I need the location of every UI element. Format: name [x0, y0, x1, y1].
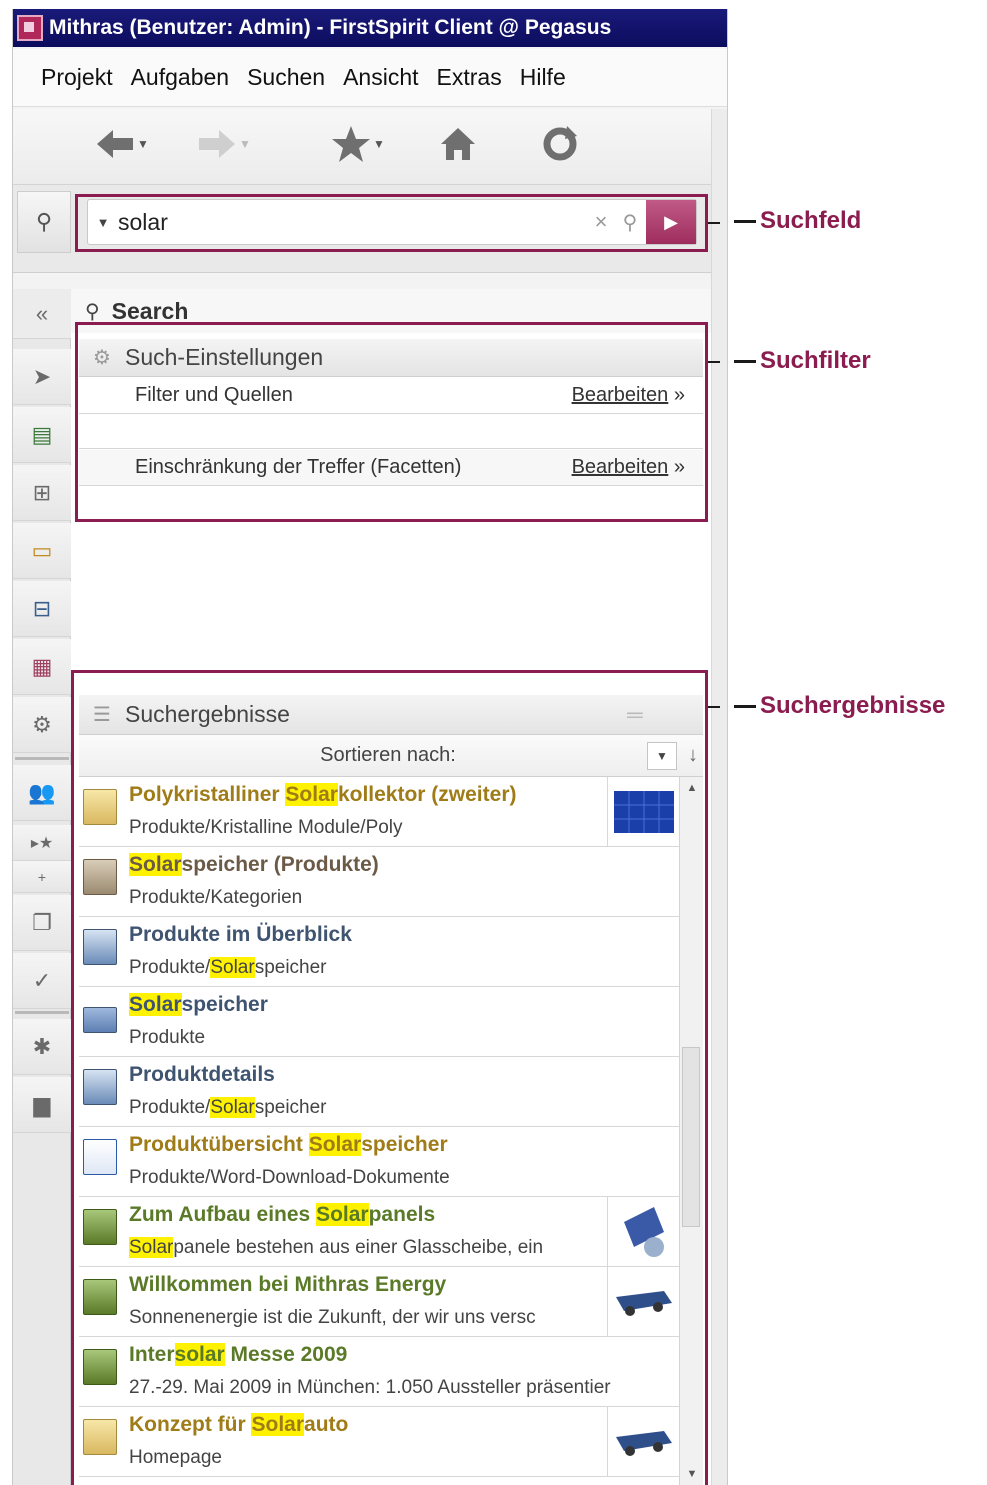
- chevron-down-icon: ▼: [137, 137, 149, 151]
- callout-dash: [734, 359, 756, 363]
- plugins-button[interactable]: ✱: [13, 1019, 71, 1075]
- template-icon: ▦: [31, 653, 53, 679]
- gear-icon: ⚙: [32, 711, 52, 737]
- structure-store-button[interactable]: ⊞: [13, 465, 71, 521]
- callout-label: Suchfilter: [760, 347, 871, 374]
- menu-bar: Projekt Aufgaben Suchen Ansicht Extras H…: [13, 49, 727, 107]
- tasks-button[interactable]: ✓: [13, 953, 71, 1009]
- app-logo-icon: [17, 15, 43, 41]
- menu-aufgaben[interactable]: Aufgaben: [131, 64, 229, 91]
- search-filter-frame: [75, 322, 708, 522]
- sidebar-divider: [15, 757, 69, 760]
- callout-search-filter: Suchfilter: [734, 347, 871, 375]
- callout-label: Suchfeld: [760, 207, 862, 234]
- bookmarks-button[interactable]: ▸★: [13, 825, 71, 861]
- callout-label: Suchergebnisse: [760, 692, 946, 719]
- home-button[interactable]: [439, 124, 477, 164]
- puzzle-icon: ✱: [32, 1033, 52, 1059]
- search-icon: ⚲: [35, 209, 53, 234]
- callout-leader: [708, 706, 720, 708]
- navigation-toolbar: ▼ ▼ ▼: [13, 109, 711, 185]
- menu-ansicht[interactable]: Ansicht: [343, 64, 418, 91]
- favorites-button[interactable]: ▼: [331, 124, 385, 164]
- window-title: Mithras (Benutzer: Admin) - FirstSpirit …: [49, 16, 612, 39]
- site-tree-icon: ⊟: [32, 595, 52, 621]
- copy-button[interactable]: ❐: [13, 895, 71, 951]
- media-icon: ▭: [31, 537, 53, 563]
- template-store-button[interactable]: ▦: [13, 639, 71, 695]
- callout-dash: [734, 219, 756, 223]
- forward-arrow-icon: [199, 130, 235, 158]
- title-bar: Mithras (Benutzer: Admin) - FirstSpirit …: [13, 9, 727, 47]
- favorites-star-icon: [332, 126, 370, 162]
- toolbox-button[interactable]: ▆: [13, 1077, 71, 1133]
- copy-icon: ❐: [32, 909, 52, 935]
- checkmark-icon: ✓: [32, 967, 52, 993]
- search-field-frame: [75, 194, 708, 252]
- menu-projekt[interactable]: Projekt: [41, 64, 113, 91]
- callout-leader: [708, 222, 720, 224]
- table-icon: ⊞: [32, 479, 52, 505]
- panel-title: Search: [111, 297, 189, 324]
- callout-leader: [708, 361, 720, 363]
- back-button[interactable]: ▼: [95, 124, 149, 164]
- home-icon: [441, 128, 475, 160]
- select-tool-button[interactable]: ➤: [13, 349, 71, 405]
- chevron-down-icon: ▼: [239, 137, 251, 151]
- cursor-icon: ➤: [32, 363, 52, 389]
- pages-icon: ▤: [31, 421, 53, 447]
- global-settings-button[interactable]: ⚙: [13, 697, 71, 753]
- reload-icon: [543, 126, 577, 161]
- star-icon: ▸★: [30, 834, 54, 852]
- menu-hilfe[interactable]: Hilfe: [520, 64, 566, 91]
- right-panel-edge: [711, 109, 727, 1485]
- users-button[interactable]: 👥: [13, 765, 71, 821]
- double-chevron-left-icon: «: [35, 300, 49, 326]
- sidebar-divider: [15, 1011, 69, 1014]
- content-store-button[interactable]: ▤: [13, 407, 71, 463]
- callout-dash: [734, 704, 756, 708]
- users-icon: 👥: [28, 779, 56, 805]
- media-store-button[interactable]: ▭: [13, 523, 71, 579]
- briefcase-icon: ▆: [33, 1091, 51, 1117]
- site-store-button[interactable]: ⊟: [13, 581, 71, 637]
- callout-search-results: Suchergebnisse: [734, 692, 945, 720]
- chevron-down-icon: ▼: [373, 137, 385, 151]
- search-toggle-button[interactable]: ⚲: [17, 191, 71, 253]
- plus-icon: +: [37, 868, 47, 885]
- reload-button[interactable]: [541, 124, 579, 164]
- menu-suchen[interactable]: Suchen: [247, 64, 325, 91]
- perspective-sidebar: « ➤ ▤ ⊞ ▭ ⊟ ▦ ⚙ 👥 ▸★ + ❐ ✓ ✱ ▆: [13, 289, 71, 1485]
- callout-search-field: Suchfeld: [734, 207, 861, 235]
- search-icon: ⚲: [85, 300, 100, 323]
- search-results-frame: [71, 670, 708, 1485]
- menu-extras[interactable]: Extras: [437, 64, 502, 91]
- forward-button[interactable]: ▼: [197, 124, 251, 164]
- collapse-panel-button[interactable]: «: [13, 289, 71, 339]
- back-arrow-icon: [97, 130, 133, 158]
- add-button[interactable]: +: [13, 861, 71, 893]
